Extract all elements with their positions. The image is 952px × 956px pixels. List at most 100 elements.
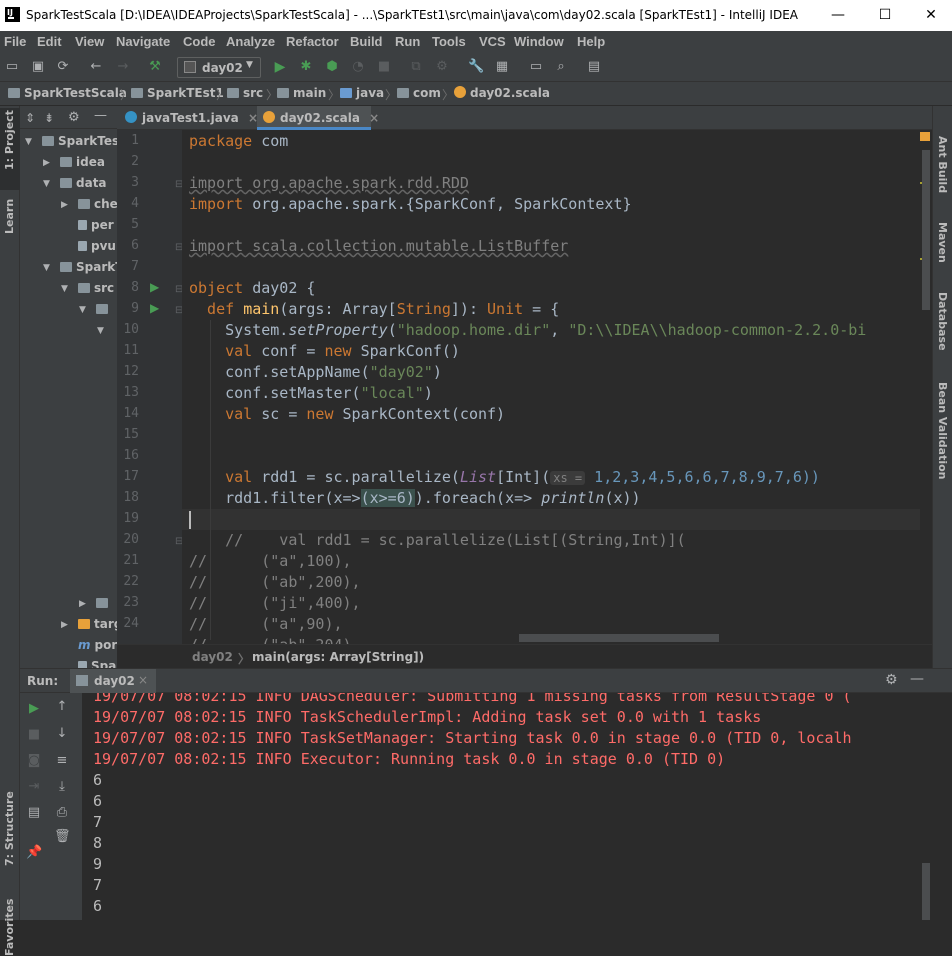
scroll-up-icon[interactable]: ↑ (54, 699, 70, 715)
tool-tab-maven[interactable]: Maven (936, 222, 949, 263)
chevron-down-icon[interactable]: ▼ (25, 137, 32, 147)
scroll-from-source-icon[interactable]: ⇟ (44, 111, 54, 125)
breadcrumb-root[interactable]: SparkTestScala (8, 86, 127, 100)
menu-run[interactable]: Run (395, 34, 420, 49)
minimize-button[interactable]: — (815, 4, 861, 26)
code-editor[interactable]: package com import org.apache.spark.rdd.… (182, 130, 922, 644)
tab-javatest1[interactable]: javaTest1.java × (117, 106, 258, 130)
breadcrumb-module[interactable]: SparkTEst1 (131, 86, 224, 100)
settings-wrench-icon[interactable]: 🔧 (468, 59, 484, 75)
hide-panel-icon[interactable]: — (910, 671, 924, 687)
tool-tab-learn[interactable]: Learn (3, 199, 16, 234)
tasks-icon[interactable]: ▤ (586, 59, 602, 75)
back-icon[interactable]: ← (88, 59, 104, 75)
profile-icon[interactable]: ◔ (350, 59, 366, 75)
breadcrumb-src[interactable]: src (227, 86, 263, 100)
collapse-all-icon[interactable]: ⇕ (25, 111, 35, 125)
scroll-to-end-icon[interactable]: ⤓ (54, 779, 70, 795)
tree-item-main[interactable] (96, 302, 112, 316)
gear-icon[interactable]: ⚙ (68, 110, 80, 125)
run-tab-day02[interactable]: day02 × (70, 669, 156, 693)
chevron-right-icon[interactable]: ▶ (61, 200, 68, 210)
open-folder-icon[interactable]: ▭ (4, 59, 20, 75)
tree-item-spa[interactable]: Spa (78, 659, 116, 668)
horizontal-scrollbar[interactable] (519, 634, 719, 642)
soft-wrap-icon[interactable]: ≡ (54, 753, 70, 769)
tool-tab-ant-build[interactable]: Ant Build (936, 136, 949, 193)
console-output[interactable]: 19/07/07 08:02:15 INFO DAGScheduler: Sub… (82, 693, 932, 920)
menu-edit[interactable]: Edit (37, 34, 62, 49)
tab-close-icon[interactable]: × (369, 111, 379, 125)
menu-tools[interactable]: Tools (432, 34, 466, 49)
run-gutter-icon[interactable]: ▶ (150, 301, 159, 315)
menu-build[interactable]: Build (350, 34, 383, 49)
chevron-down-icon[interactable]: ▼ (79, 305, 86, 315)
coverage-icon[interactable]: ⚙ (434, 59, 450, 75)
maximize-button[interactable]: ☐ (862, 4, 908, 26)
build-hammer-icon[interactable]: ⚒ (147, 59, 163, 75)
gear-icon[interactable]: ⚙ (885, 672, 898, 688)
stop-icon[interactable]: ■ (26, 727, 42, 743)
clear-all-icon[interactable]: 🗑 (54, 829, 71, 845)
exit-icon[interactable]: ⇥ (26, 779, 42, 795)
layout-icon[interactable]: ▭ (528, 59, 544, 75)
tree-item-data[interactable]: data (60, 176, 107, 190)
scroll-down-icon[interactable]: ↓ (54, 726, 70, 742)
tree-item-test[interactable] (96, 596, 112, 610)
debug-icon[interactable]: ✱ (298, 59, 314, 75)
chevron-right-icon[interactable]: ▶ (43, 158, 50, 168)
pin-icon[interactable]: 📌 (26, 845, 42, 861)
tree-item-target[interactable]: targ (78, 617, 117, 631)
run-tab-close-icon[interactable]: × (138, 673, 148, 687)
tree-item-module[interactable]: SparkT (60, 260, 117, 274)
chevron-down-icon[interactable]: ▼ (61, 284, 68, 294)
run-config-selector[interactable]: day02 ▼ (177, 57, 261, 78)
close-button[interactable]: ✕ (908, 4, 952, 26)
menu-navigate[interactable]: Navigate (116, 34, 170, 49)
print-icon[interactable]: ⎙ (54, 805, 70, 821)
nav-method[interactable]: main(args: Array[String]) (252, 650, 424, 664)
dump-threads-icon[interactable]: ⧉ (408, 59, 424, 75)
breadcrumb-main[interactable]: main (277, 86, 326, 100)
editor-scrollbar[interactable] (920, 130, 932, 644)
menu-help[interactable]: Help (577, 34, 605, 49)
save-all-icon[interactable]: ▣ (30, 59, 46, 75)
hide-panel-icon[interactable]: — (94, 108, 107, 123)
forward-icon[interactable]: → (115, 59, 131, 75)
tab-day02[interactable]: day02.scala × (257, 106, 379, 130)
tool-tab-favorites[interactable]: Favorites (3, 899, 16, 956)
tool-tab-structure[interactable]: 7: Structure (3, 791, 16, 866)
run-coverage-icon[interactable]: ⬢ (324, 59, 340, 75)
sync-icon[interactable]: ⟳ (55, 59, 71, 75)
menu-vcs[interactable]: VCS (479, 34, 506, 49)
tool-tab-database[interactable]: Database (936, 292, 949, 351)
menu-view[interactable]: View (75, 34, 104, 49)
chevron-down-icon[interactable]: ▼ (43, 263, 50, 273)
menu-window[interactable]: Window (514, 34, 564, 49)
run-icon[interactable]: ▶ (272, 59, 288, 75)
tree-item-pvu[interactable]: pvu (78, 239, 116, 253)
camera-icon[interactable]: ◙ (26, 753, 42, 769)
stop-icon[interactable]: ■ (376, 59, 392, 75)
menu-refactor[interactable]: Refactor (286, 34, 339, 49)
nav-object[interactable]: day02 (192, 650, 233, 664)
rerun-icon[interactable]: ▶ (26, 701, 42, 717)
tree-item-che[interactable]: che (78, 197, 117, 211)
tool-tab-bean-validation[interactable]: Bean Validation (936, 382, 949, 480)
menu-file[interactable]: File (4, 34, 26, 49)
tree-item-src[interactable]: src (78, 281, 114, 295)
console-scrollbar[interactable] (922, 693, 952, 920)
run-gutter-icon[interactable]: ▶ (150, 280, 159, 294)
menu-analyze[interactable]: Analyze (226, 34, 275, 49)
tree-item-per[interactable]: per (78, 218, 114, 232)
tree-item-pom[interactable]: m por (78, 638, 117, 652)
chevron-down-icon[interactable]: ▼ (97, 326, 104, 336)
project-structure-icon[interactable]: ▦ (494, 59, 510, 75)
menu-code[interactable]: Code (183, 34, 216, 49)
layout-icon[interactable]: ▤ (26, 805, 42, 821)
breadcrumb-com[interactable]: com (397, 86, 441, 100)
search-icon[interactable]: ⌕ (553, 59, 569, 75)
chevron-right-icon[interactable]: ▶ (61, 620, 68, 630)
breadcrumb-file[interactable]: day02.scala (454, 86, 550, 100)
tree-item-idea[interactable]: idea (60, 155, 105, 169)
